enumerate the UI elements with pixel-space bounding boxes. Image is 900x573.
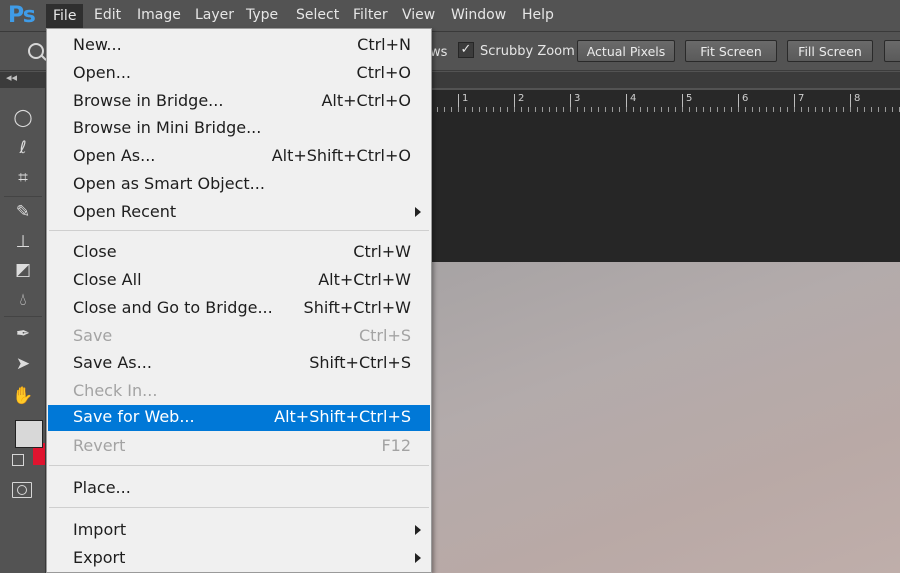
menu-item-open-as[interactable]: Open As... Alt+Shift+Ctrl+O [47,144,431,170]
path-selection-icon[interactable]: ➤ [10,354,36,374]
menu-select[interactable]: Select [296,7,339,23]
ruler-label: 3 [574,93,581,104]
actual-pixels-button[interactable]: Actual Pixels [577,40,675,62]
pen-icon[interactable]: ✒ [10,324,36,344]
eraser-icon[interactable]: ◩ [10,260,36,280]
menu-item-export[interactable]: Export [47,546,431,572]
ruler-label: 8 [854,93,861,104]
menu-item-check-in[interactable]: Check In... [47,379,431,405]
ruler-label: 5 [686,93,693,104]
menu-window[interactable]: Window [451,7,506,23]
menu-separator [49,465,429,466]
menu-item-place[interactable]: Place... [47,476,431,502]
menu-layer[interactable]: Layer [195,7,234,23]
menu-item-browse-in-mini-bridge[interactable]: Browse in Mini Bridge... [47,116,431,142]
scrubby-zoom-label: Scrubby Zoom [480,44,575,59]
menu-item-save-as[interactable]: Save As... Shift+Ctrl+S [47,351,431,377]
resize-windows-label: ws [430,45,448,60]
pasteboard [430,112,900,262]
fit-screen-button[interactable]: Fit Screen [685,40,777,62]
ruler-label: 7 [798,93,805,104]
ruler-label: 2 [518,93,525,104]
menu-item-save-for-web[interactable]: Save for Web... Alt+Shift+Ctrl+S [48,405,430,431]
hand-icon[interactable]: ✋ [10,386,36,406]
submenu-arrow-icon [415,553,421,563]
menu-filter[interactable]: Filter [353,7,388,23]
submenu-arrow-icon [415,525,421,535]
menu-file[interactable]: File [46,4,84,28]
tools-panel: ◯ ℓ ⌗ ✎ ⊥ ◩ 💧︎ ✒ ➤ ✋ [0,88,46,573]
menu-item-save[interactable]: Save Ctrl+S [47,324,431,350]
menu-item-revert[interactable]: Revert F12 [47,434,431,460]
menu-type[interactable]: Type [246,7,278,23]
submenu-arrow-icon [415,207,421,217]
foreground-color-swatch[interactable] [15,420,43,448]
ruler-label: 4 [630,93,637,104]
fill-screen-button[interactable]: Fill Screen [787,40,873,62]
blur-drop-icon[interactable]: 💧︎ [10,290,36,310]
menu-item-close-all[interactable]: Close All Alt+Ctrl+W [47,268,431,294]
menu-view[interactable]: View [402,7,435,23]
zoom-tool-icon[interactable] [28,43,44,59]
healing-brush-icon[interactable]: ✎ [10,202,36,222]
menu-separator [49,230,429,231]
horizontal-ruler: 1 2 3 4 5 6 7 8 [430,90,900,112]
document-canvas[interactable] [430,262,900,573]
menu-item-browse-in-bridge[interactable]: Browse in Bridge... Alt+Ctrl+O [47,89,431,115]
menu-help[interactable]: Help [522,7,554,23]
elliptical-marquee-icon[interactable]: ◯ [10,108,36,128]
photoshop-logo: Ps [8,3,36,28]
menu-item-open-recent[interactable]: Open Recent [47,200,431,226]
tool-separator [4,196,42,197]
menu-item-open[interactable]: Open... Ctrl+O [47,61,431,87]
clone-stamp-icon[interactable]: ⊥ [10,232,36,252]
menu-edit[interactable]: Edit [94,7,121,23]
ruler-label: 1 [462,93,469,104]
menu-image[interactable]: Image [137,7,181,23]
menu-item-import[interactable]: Import [47,518,431,544]
menu-item-open-as-smart-object[interactable]: Open as Smart Object... [47,172,431,198]
menu-separator [49,507,429,508]
lasso-icon[interactable]: ℓ [10,138,36,158]
ruler-label: 6 [742,93,749,104]
menu-item-close[interactable]: Close Ctrl+W [47,240,431,266]
print-size-button[interactable] [884,40,900,62]
crop-icon[interactable]: ⌗ [10,168,36,188]
menu-item-close-and-go-to-bridge[interactable]: Close and Go to Bridge... Shift+Ctrl+W [47,296,431,322]
file-menu-dropdown: New... Ctrl+N Open... Ctrl+O Browse in Bri… [46,28,432,573]
default-colors-icon[interactable] [12,454,24,466]
collapse-panel-icon[interactable]: ◂◂ [6,71,17,84]
quick-mask-icon[interactable] [12,482,32,498]
scrubby-zoom-checkbox[interactable]: ✓ [458,42,474,58]
tool-separator [4,316,42,317]
menu-item-new[interactable]: New... Ctrl+N [47,33,431,59]
